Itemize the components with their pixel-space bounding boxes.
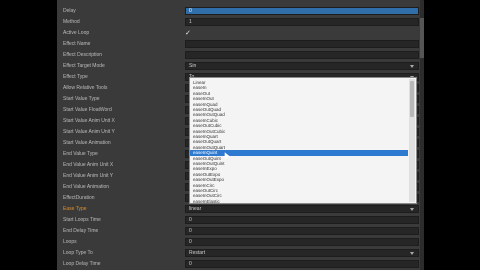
right-letterbox: [424, 0, 480, 270]
row-label: End Value Type: [63, 151, 98, 157]
row-select[interactable]: linear: [185, 205, 419, 213]
inspector-row: End Delay Time 0: [57, 226, 424, 237]
row-label: Delay: [63, 8, 76, 14]
row-label: Start Value Type: [63, 96, 100, 102]
dropdown-scroll-thumb[interactable]: [410, 81, 414, 117]
row-label: Method: [63, 19, 80, 25]
row-label: Start Value FloatWord: [63, 107, 112, 113]
row-label: Effect Description: [63, 52, 103, 58]
row-label: Effect Type: [63, 74, 88, 80]
row-label: Ease Type: [63, 206, 87, 212]
inspector-row: Ease Type linear: [57, 204, 424, 215]
row-field[interactable]: 0: [185, 227, 419, 235]
active-loop-checkbox[interactable]: ✓: [185, 30, 192, 37]
inspector-row: Effect Name: [57, 39, 424, 50]
row-label: End Value Anim Unit Y: [63, 173, 114, 179]
inspector-row: Method 1: [57, 17, 424, 28]
row-field[interactable]: 0: [185, 216, 419, 224]
row-select[interactable]: Sin: [185, 62, 419, 70]
row-field[interactable]: [185, 40, 419, 48]
screen: Delay 0 Method 1 Active Loop ✓ Effect Name Effe…: [0, 0, 480, 270]
inspector-row: Loop Delay Time 0: [57, 259, 424, 270]
inspector-row: Delay 0: [57, 6, 424, 17]
row-label: Loop Type To: [63, 250, 93, 256]
row-label: End Value Anim Unit X: [63, 162, 114, 168]
inspector-row: Effect Target Mode Sin: [57, 61, 424, 72]
dropdown-scrollbar[interactable]: [409, 79, 415, 202]
inspector-row: Active Loop ✓: [57, 28, 424, 39]
row-label: Allow Relative Tools: [63, 85, 108, 91]
ease-type-dropdown-list[interactable]: Linear easeIn easeOut easeInOut easeInQuad ea…: [189, 77, 417, 204]
row-field[interactable]: 1: [185, 18, 419, 26]
row-label: Loop Delay Time: [63, 261, 101, 267]
inspector-row: Loop Type To Restart: [57, 248, 424, 259]
row-field[interactable]: 0: [185, 7, 419, 15]
inspector-row: Start Loops Time 0: [57, 215, 424, 226]
row-label: End Value Animation: [63, 184, 110, 190]
inspector-row: Loops 0: [57, 237, 424, 248]
inspector-scrollbar[interactable]: [420, 0, 424, 270]
row-label: Effect Name: [63, 41, 91, 47]
row-label: EffectDuration: [63, 195, 95, 201]
row-select[interactable]: Restart: [185, 249, 419, 257]
row-label: Start Value Anim Unit X: [63, 118, 115, 124]
row-field[interactable]: 0: [185, 260, 419, 268]
inspector-row: Effect Description: [57, 50, 424, 61]
row-label: Start Value Animation: [63, 140, 111, 146]
inspector-scroll-thumb[interactable]: [420, 18, 424, 58]
left-letterbox: [0, 0, 57, 270]
row-label: Start Loops Time: [63, 217, 101, 223]
row-field[interactable]: 0: [185, 238, 419, 246]
dropdown-option[interactable]: easeInElastic: [190, 199, 408, 203]
row-label: Loops: [63, 239, 77, 245]
row-field[interactable]: [185, 51, 419, 59]
row-label: Effect Target Mode: [63, 63, 105, 69]
row-label: Active Loop: [63, 30, 90, 36]
row-label: Start Value Anim Unit Y: [63, 129, 115, 135]
row-label: End Delay Time: [63, 228, 99, 234]
